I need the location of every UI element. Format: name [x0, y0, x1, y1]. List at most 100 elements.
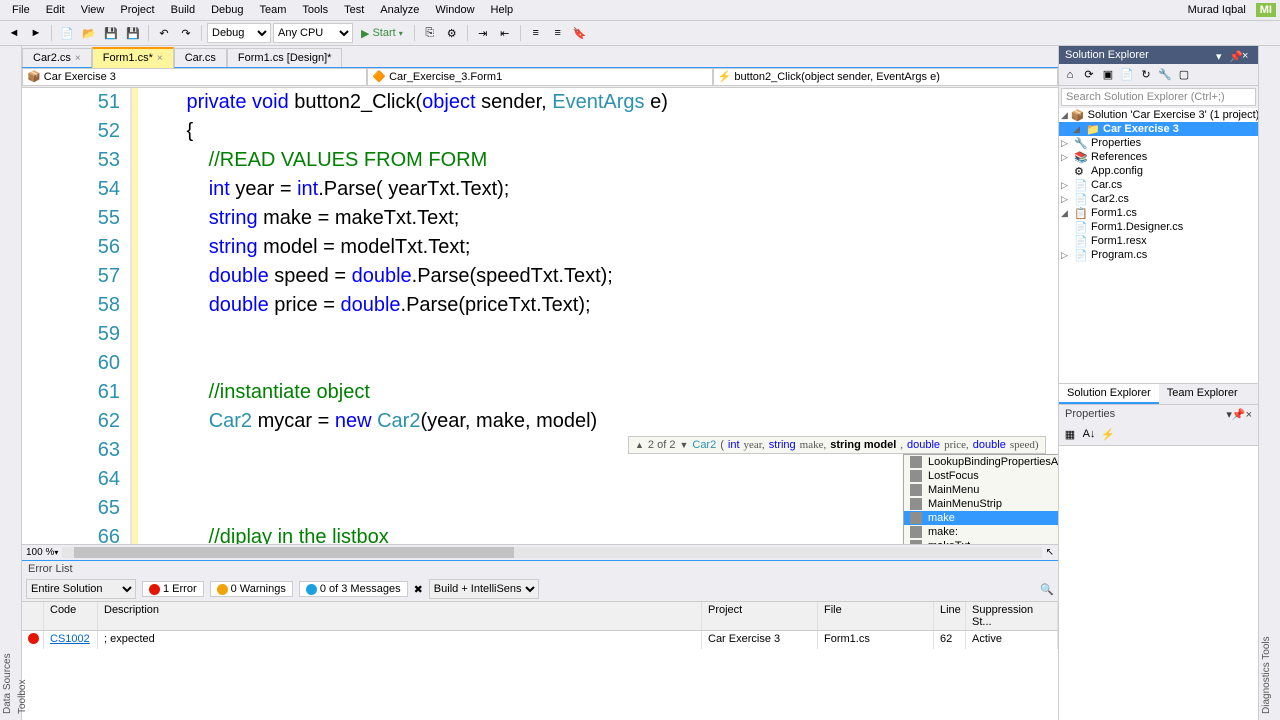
tree-program-cs[interactable]: ▷📄Program.cs — [1059, 248, 1258, 262]
collapse-icon[interactable]: ▣ — [1100, 67, 1116, 83]
intellisense-item[interactable]: MainMenuStrip — [904, 497, 1058, 511]
error-grid[interactable]: Code Description Project File Line Suppr… — [22, 602, 1058, 720]
intellisense-item[interactable]: MainMenu — [904, 483, 1058, 497]
menu-team[interactable]: Team — [252, 2, 295, 18]
zoom-level[interactable]: 100 % — [26, 547, 54, 558]
tab-data-sources[interactable]: Data Sources — [0, 46, 15, 720]
intellisense-item[interactable]: make: — [904, 525, 1058, 539]
menu-view[interactable]: View — [73, 2, 113, 18]
tree-form1-resx[interactable]: 📄Form1.resx — [1059, 234, 1258, 248]
open-icon[interactable]: 📂 — [79, 23, 99, 43]
tab-team-explorer[interactable]: Team Explorer — [1159, 384, 1246, 404]
code-editor[interactable]: 51525354555657585960616263646566 private… — [22, 88, 1058, 544]
solution-search-input[interactable]: Search Solution Explorer (Ctrl+;) — [1061, 88, 1256, 106]
next-overload-icon[interactable]: ▼ — [679, 440, 688, 450]
undo-icon[interactable]: ↶ — [154, 23, 174, 43]
intellisense-item[interactable]: LookupBindingPropertiesAttribute — [904, 455, 1058, 469]
messages-filter[interactable]: 0 of 3 Messages — [299, 581, 408, 597]
config-select[interactable]: Debug — [207, 23, 271, 43]
menu-help[interactable]: Help — [483, 2, 522, 18]
refresh-icon[interactable]: ↻ — [1138, 67, 1154, 83]
preview-icon[interactable]: ▢ — [1176, 67, 1192, 83]
scope-select[interactable]: Entire Solution — [26, 579, 136, 599]
redo-icon[interactable]: ↷ — [176, 23, 196, 43]
intellisense-item[interactable]: makeTxt — [904, 539, 1058, 544]
menu-project[interactable]: Project — [112, 2, 162, 18]
tree-references[interactable]: ▷📚References — [1059, 150, 1258, 164]
home-icon[interactable]: ⌂ — [1062, 67, 1078, 83]
menu-debug[interactable]: Debug — [203, 2, 251, 18]
play-icon: ▶ — [361, 27, 369, 40]
error-row[interactable]: CS1002 ; expected Car Exercise 3 Form1.c… — [22, 631, 1058, 649]
menu-edit[interactable]: Edit — [38, 2, 73, 18]
show-all-icon[interactable]: 📄 — [1119, 67, 1135, 83]
clear-icon[interactable]: ✖ — [414, 583, 423, 596]
nav-fwd-icon[interactable]: ► — [26, 23, 46, 43]
alpha-icon[interactable]: A↓ — [1081, 426, 1097, 442]
tab-form1[interactable]: Form1.cs*× — [92, 47, 174, 68]
nav-back-icon[interactable]: ◄ — [4, 23, 24, 43]
horizontal-scrollbar[interactable] — [62, 547, 1041, 558]
tab-car[interactable]: Car.cs — [174, 48, 227, 67]
user-name[interactable]: Murad Iqbal — [1182, 2, 1252, 18]
new-icon[interactable]: 📄 — [57, 23, 77, 43]
code-body[interactable]: private void button2_Click(object sender… — [138, 88, 1058, 544]
nav-project[interactable]: 📦 Car Exercise 3 — [22, 68, 367, 86]
tree-form1-designer[interactable]: 📄Form1.Designer.cs — [1059, 220, 1258, 234]
indent-icon[interactable]: ⇥ — [473, 23, 493, 43]
properties-body[interactable] — [1059, 446, 1258, 720]
tree-project[interactable]: ◢📁Car Exercise 3 — [1059, 122, 1258, 136]
errors-filter[interactable]: 1 Error — [142, 581, 204, 597]
tab-solution-explorer[interactable]: Solution Explorer — [1059, 384, 1159, 404]
intellisense-item-selected[interactable]: make — [904, 511, 1058, 525]
menu-window[interactable]: Window — [427, 2, 482, 18]
tree-form1-cs[interactable]: ◢📋Form1.cs — [1059, 206, 1258, 220]
tab-car2[interactable]: Car2.cs× — [22, 48, 92, 67]
events-icon[interactable]: ⚡ — [1100, 426, 1116, 442]
start-button[interactable]: ▶Start▾ — [355, 27, 409, 40]
dropdown-icon[interactable]: ▾ — [1216, 50, 1226, 60]
step-icon[interactable]: ⎘ — [420, 23, 440, 43]
tree-car2-cs[interactable]: ▷📄Car2.cs — [1059, 192, 1258, 206]
close-icon[interactable]: × — [157, 53, 163, 64]
sync-icon[interactable]: ⟳ — [1081, 67, 1097, 83]
close-icon[interactable]: × — [1246, 409, 1252, 421]
close-icon[interactable]: × — [75, 53, 81, 64]
categorize-icon[interactable]: ▦ — [1062, 426, 1078, 442]
nav-method[interactable]: ⚡ button2_Click(object sender, EventArgs… — [713, 68, 1058, 86]
search-icon[interactable]: 🔍 — [1040, 583, 1054, 596]
menu-tools[interactable]: Tools — [294, 2, 336, 18]
prev-overload-icon[interactable]: ▲ — [635, 440, 644, 450]
save-icon[interactable]: 💾 — [101, 23, 121, 43]
close-icon[interactable]: × — [1242, 50, 1252, 60]
tree-car-cs[interactable]: ▷📄Car.cs — [1059, 178, 1258, 192]
intellisense-popup[interactable]: LookupBindingPropertiesAttribute LostFoc… — [903, 454, 1058, 544]
pin-icon[interactable]: 📌 — [1229, 50, 1239, 60]
uncomment-icon[interactable]: ≡ — [548, 23, 568, 43]
intellisense-item[interactable]: LostFocus — [904, 469, 1058, 483]
tree-solution-root[interactable]: ◢📦Solution 'Car Exercise 3' (1 project) — [1059, 108, 1258, 122]
tree-properties[interactable]: ▷🔧Properties — [1059, 136, 1258, 150]
platform-select[interactable]: Any CPU — [273, 23, 353, 43]
warnings-filter[interactable]: 0 Warnings — [210, 581, 293, 597]
properties-icon[interactable]: 🔧 — [1157, 67, 1173, 83]
menu-file[interactable]: File — [4, 2, 38, 18]
build-mode-select[interactable]: Build + IntelliSense — [429, 579, 539, 599]
tab-form1-design[interactable]: Form1.cs [Design]* — [227, 48, 343, 67]
solution-tree[interactable]: ◢📦Solution 'Car Exercise 3' (1 project) … — [1059, 108, 1258, 383]
tool-icon[interactable]: ⚙ — [442, 23, 462, 43]
menu-build[interactable]: Build — [163, 2, 203, 18]
tree-appconfig[interactable]: ⚙App.config — [1059, 164, 1258, 178]
pin-icon[interactable]: 📌 — [1232, 409, 1246, 421]
menu-test[interactable]: Test — [336, 2, 372, 18]
save-all-icon[interactable]: 💾 — [123, 23, 143, 43]
outdent-icon[interactable]: ⇤ — [495, 23, 515, 43]
grid-header: Code Description Project File Line Suppr… — [22, 602, 1058, 631]
user-badge[interactable]: MI — [1256, 3, 1276, 17]
menu-analyze[interactable]: Analyze — [372, 2, 427, 18]
nav-class[interactable]: 🔶 Car_Exercise_3.Form1 — [367, 68, 712, 86]
tab-diagnostics[interactable]: Diagnostics Tools — [1259, 46, 1274, 720]
bookmark-icon[interactable]: 🔖 — [570, 23, 590, 43]
parameter-info-tooltip: ▲ 2 of 2 ▼ Car2(Car2(int year, string ma… — [628, 436, 1046, 454]
comment-icon[interactable]: ≡ — [526, 23, 546, 43]
